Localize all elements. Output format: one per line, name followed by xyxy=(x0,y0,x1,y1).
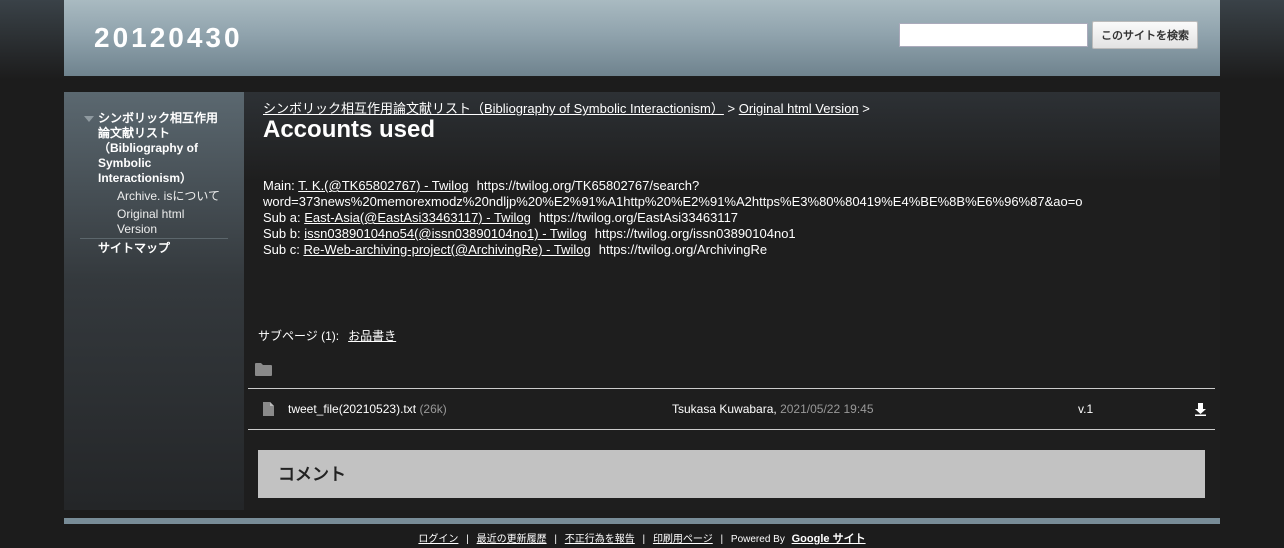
footer-separator: | xyxy=(720,534,724,545)
attachments-divider xyxy=(248,429,1215,430)
account-url: https://twilog.org/EastAsi33463117 xyxy=(538,210,739,225)
subpage-link[interactable]: お品書き xyxy=(348,329,396,343)
attachment-meta: Tsukasa Kuwabara, 2021/05/22 19:45 xyxy=(672,402,874,416)
login-link[interactable]: ログイン xyxy=(418,534,458,545)
folder-icon xyxy=(255,363,272,376)
comments-section: コメント xyxy=(258,450,1205,498)
download-icon[interactable] xyxy=(1195,403,1206,416)
account-url: https://twilog.org/TK65802767/search? xyxy=(476,178,700,193)
account-url: https://twilog.org/ArchivingRe xyxy=(598,242,768,257)
main-content: シンボリック相互作用論文献リスト（Bibliography of Symboli… xyxy=(244,92,1220,510)
account-link[interactable]: T. K.(@TK65802767) - Twilog xyxy=(298,178,468,193)
page-title: Accounts used xyxy=(263,116,436,143)
sidebar-item-sitemap[interactable]: サイトマップ xyxy=(98,241,223,256)
subpages-label: サブページ (1): xyxy=(258,329,340,343)
footer-separator: | xyxy=(642,534,646,545)
subpages: サブページ (1): お品書き xyxy=(258,327,396,344)
account-label: Main: xyxy=(263,178,299,193)
attachment-date: 2021/05/22 19:45 xyxy=(780,402,874,416)
site-title[interactable]: 20120430 xyxy=(94,22,243,54)
account-label: Sub a: xyxy=(263,210,305,225)
breadcrumb-separator: > xyxy=(858,101,870,116)
attachment-filename[interactable]: tweet_file(20210523).txt xyxy=(288,402,416,416)
search-button[interactable]: このサイトを検索 xyxy=(1092,21,1198,49)
footer-bar xyxy=(64,518,1220,524)
comments-title: コメント xyxy=(278,465,346,484)
account-url-continued: word=373news%20memorexmodz%20ndljp%20%E2… xyxy=(263,194,1083,209)
attachment-version[interactable]: v.1 xyxy=(1078,402,1093,416)
search-input[interactable] xyxy=(899,23,1088,47)
print-page-link[interactable]: 印刷用ページ xyxy=(653,534,713,545)
powered-by-label: Powered By xyxy=(730,534,785,545)
account-url: https://twilog.org/issn03890104no1 xyxy=(594,226,796,241)
account-main: Main: T. K.(@TK65802767) - Twilog https:/… xyxy=(263,178,1083,194)
breadcrumb-separator: > xyxy=(723,101,739,116)
file-icon xyxy=(263,402,274,416)
sidebar-item-bibliography[interactable]: シンボリック相互作用論文献リスト（Bibliography of Symboli… xyxy=(98,111,223,186)
attachments-divider xyxy=(248,388,1215,389)
account-link[interactable]: issn03890104no54(@issn03890104no1) - Twi… xyxy=(304,226,587,241)
account-link[interactable]: Re-Web-archiving-project(@ArchivingRe) -… xyxy=(303,242,590,257)
breadcrumb-parent-link[interactable]: シンボリック相互作用論文献リスト（Bibliography of Symboli… xyxy=(263,101,724,116)
report-abuse-link[interactable]: 不正行為を報告 xyxy=(565,534,635,545)
account-sub-a: Sub a: East-Asia(@EastAsi33463117) - Twi… xyxy=(263,210,1083,226)
breadcrumb: シンボリック相互作用論文献リスト（Bibliography of Symboli… xyxy=(263,98,870,117)
account-sub-b: Sub b: issn03890104no54(@issn03890104no1… xyxy=(263,226,1083,242)
attachment-author: Tsukasa Kuwabara, xyxy=(672,402,777,416)
breadcrumb-current-link[interactable]: Original html Version xyxy=(739,101,859,116)
account-label: Sub c: xyxy=(263,242,304,257)
footer: ログイン | 最近の更新履歴 | 不正行為を報告 | 印刷用ページ | Powe… xyxy=(0,530,1284,546)
sidebar-divider xyxy=(80,238,228,239)
google-sites-link[interactable]: Google サイト xyxy=(792,533,866,545)
attachment-name[interactable]: tweet_file(20210523).txt (26k) xyxy=(288,402,447,416)
sidebar: シンボリック相互作用論文献リスト（Bibliography of Symboli… xyxy=(64,92,244,510)
sidebar-item-original-html[interactable]: Original html Version xyxy=(117,207,227,237)
sidebar-item-archive-is[interactable]: Archive. isについて xyxy=(117,189,227,204)
account-label: Sub b: xyxy=(263,226,305,241)
account-sub-c: Sub c: Re-Web-archiving-project(@Archivi… xyxy=(263,242,1083,258)
footer-separator: | xyxy=(466,534,469,545)
site-header: 20120430 このサイトを検索 xyxy=(64,0,1220,76)
recent-activity-link[interactable]: 最近の更新履歴 xyxy=(477,534,547,545)
footer-separator: | xyxy=(554,534,557,545)
accounts-list: Main: T. K.(@TK65802767) - Twilog https:/… xyxy=(263,178,1083,258)
triangle-down-icon[interactable] xyxy=(84,116,94,122)
attachment-size: (26k) xyxy=(419,402,447,416)
account-link[interactable]: East-Asia(@EastAsi33463117) - Twilog xyxy=(304,210,531,225)
